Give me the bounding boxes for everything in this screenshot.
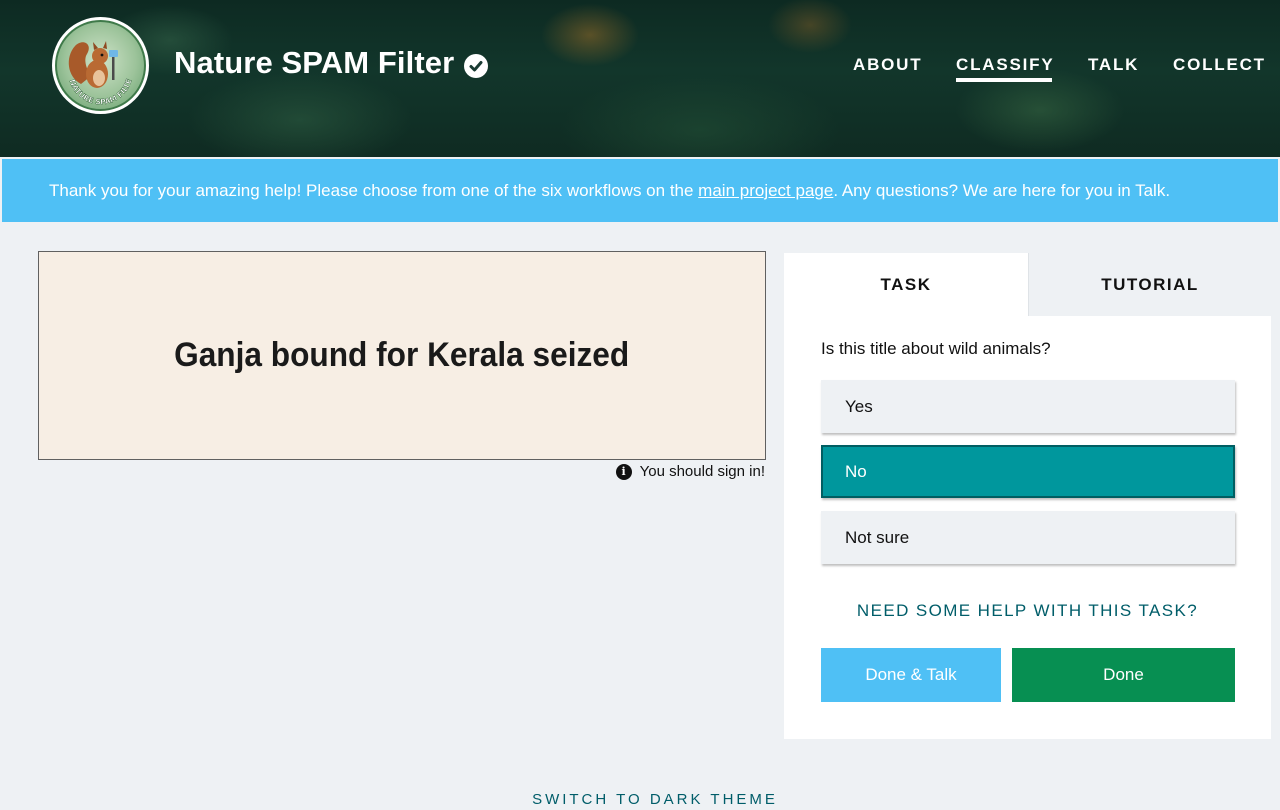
subject-image: Ganja bound for Kerala seized [38,251,766,460]
task-help-link[interactable]: NEED SOME HELP WITH THIS TASK? [784,601,1271,621]
main-project-page-link[interactable]: main project page [698,181,833,200]
answer-yes[interactable]: Yes [821,380,1235,433]
signin-text: You should sign in! [639,463,765,480]
banner-text-after: . Any questions? We are here for you in … [833,181,1171,200]
subject-headline: Ganja bound for Kerala seized [174,336,630,374]
nav-classify[interactable]: CLASSIFY [956,55,1054,75]
info-icon: i [615,463,632,480]
task-question: Is this title about wild animals? [821,339,1051,358]
signin-notice: i You should sign in! [615,463,765,480]
nav-about[interactable]: ABOUT [853,55,922,75]
done-button[interactable]: Done [1012,648,1235,702]
tab-task[interactable]: TASK [784,253,1028,316]
tab-tutorial[interactable]: TUTORIAL [1028,253,1271,316]
task-panel: TASK TUTORIAL Is this title about wild a… [784,253,1271,739]
check-circle-icon [464,54,488,78]
nav-talk[interactable]: TALK [1088,55,1139,75]
project-header: NATURE SPAM FILTER Nature SPAM Filter AB… [0,0,1280,157]
project-title[interactable]: Nature SPAM Filter [174,45,454,81]
answer-not-sure[interactable]: Not sure [821,511,1235,564]
done-and-talk-button[interactable]: Done & Talk [821,648,1001,702]
answer-no[interactable]: No [821,445,1235,498]
announcement-banner: Thank you for your amazing help! Please … [2,159,1278,222]
banner-text-before: Thank you for your amazing help! Please … [49,181,699,200]
project-logo[interactable]: NATURE SPAM FILTER [52,17,149,114]
nav-active-indicator [956,78,1052,82]
switch-theme-link[interactable]: SWITCH TO DARK THEME [0,791,1280,808]
logo-squirrel-image: NATURE SPAM FILTER [55,20,146,111]
nav-collect[interactable]: COLLECT [1173,55,1266,75]
